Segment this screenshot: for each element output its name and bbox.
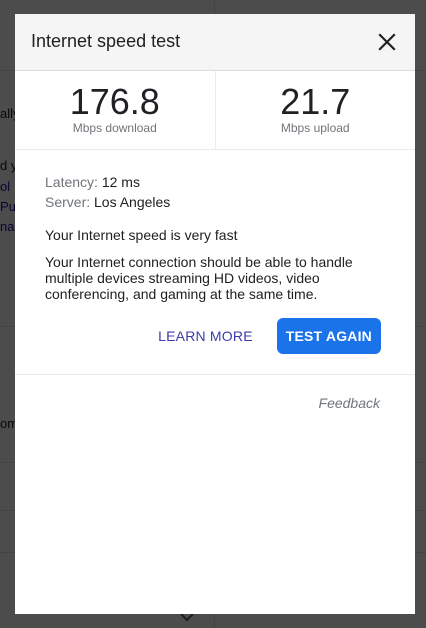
download-result: 176.8 Mbps download <box>15 71 215 149</box>
upload-unit: Mbps upload <box>280 121 350 135</box>
speed-results: 176.8 Mbps download 21.7 Mbps upload <box>15 71 415 150</box>
test-again-button[interactable]: TEST AGAIN <box>276 318 381 354</box>
download-unit: Mbps download <box>72 121 157 135</box>
close-icon[interactable] <box>378 33 396 51</box>
latency-row: Latency: 12 ms <box>45 172 385 192</box>
dialog-header: Internet speed test <box>15 14 415 71</box>
result-details: Latency: 12 ms Server: Los Angeles Your … <box>15 150 415 302</box>
speed-test-dialog: Internet speed test 176.8 Mbps download … <box>15 14 415 614</box>
learn-more-button[interactable]: LEARN MORE <box>158 328 253 344</box>
feedback-link[interactable]: Feedback <box>15 395 415 411</box>
latency-label: Latency: <box>45 174 98 190</box>
speed-verdict: Your Internet speed is very fast <box>45 227 238 243</box>
close-button[interactable] <box>371 26 403 58</box>
server-value: Los Angeles <box>94 194 171 210</box>
divider <box>15 374 415 375</box>
server-label: Server: <box>45 194 91 210</box>
server-row: Server: Los Angeles <box>45 192 385 212</box>
download-value: 176.8 <box>69 81 160 122</box>
upload-result: 21.7 Mbps upload <box>214 71 416 149</box>
dialog-title: Internet speed test <box>31 31 181 51</box>
latency-value: 12 ms <box>101 174 140 190</box>
upload-value: 21.7 <box>280 81 351 122</box>
speed-description: Your Internet connection should be able … <box>45 254 353 302</box>
dialog-actions: LEARN MORE TEST AGAIN <box>15 302 415 354</box>
